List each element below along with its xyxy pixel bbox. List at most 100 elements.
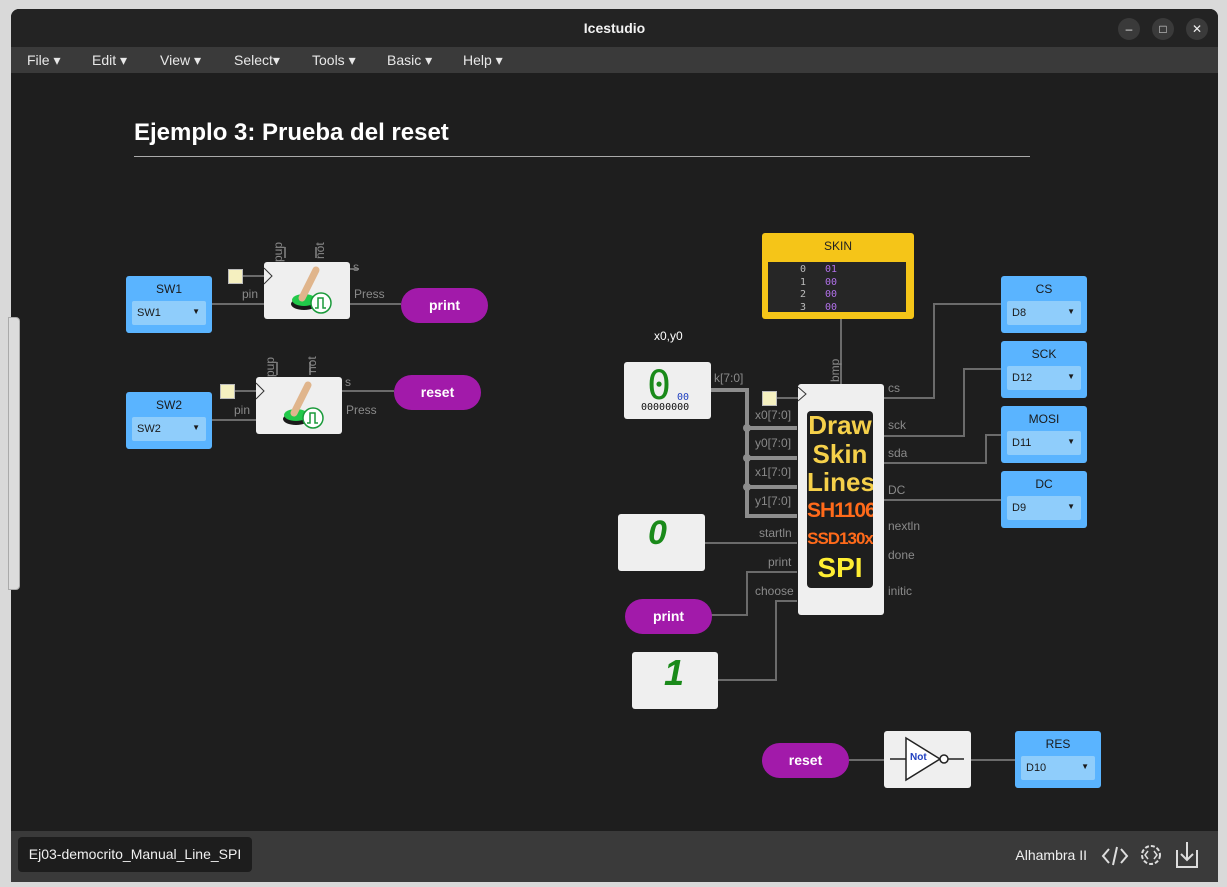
maximize-button[interactable]: □ [1152,18,1174,40]
port-label-choose: choose [755,584,794,598]
port-label-pin: pin [242,287,259,301]
input-pin-sw1[interactable]: SW1 SW1 ▼ [126,276,212,333]
code-icon[interactable] [1101,843,1129,869]
port-label-y1: y1[7:0] [755,494,792,508]
menu-bar: File ▾ Edit ▾ View ▾ Select▾ Tools ▾ Bas… [11,47,1218,73]
side-dock [8,317,20,590]
input-pin-sw2[interactable]: SW2 SW2 ▼ [126,392,212,449]
page-title: Ejemplo 3: Prueba del reset [134,119,449,146]
window-title: Icestudio [583,20,646,36]
output-pin-res[interactable]: RES D10 ▼ [1015,731,1101,788]
port-label-not: not [305,356,319,373]
button-block-sw1[interactable] [263,262,350,319]
print-label-block[interactable]: print [401,288,488,323]
board-name[interactable]: Alhambra II [1015,847,1087,863]
constant-block-k[interactable]: 0 00 00000000 [624,362,711,419]
menu-select[interactable]: Select▾ [234,52,280,69]
block-image: Draw Skin Lines SH1106 SSD130x SPI [807,411,873,588]
port-label-bmp: bmp [828,358,842,382]
not-gate-icon [890,736,964,782]
reset-label-block[interactable]: reset [394,375,481,410]
pin-select[interactable]: D10 ▼ [1021,756,1095,780]
port-label-pup: pup [263,356,277,377]
port-label-sda: sda [888,446,908,460]
default-value-square[interactable] [228,269,243,284]
port-label-s: s [345,375,351,389]
draw-lines-spi-block[interactable]: Draw Skin Lines SH1106 SSD130x SPI [798,384,884,615]
pin-name: MOSI [1028,412,1060,426]
zero-glyph: 0 [648,514,667,552]
pin-name: SW2 [155,398,182,412]
skin-editor[interactable]: 0123 01 00 00 00 [768,262,906,313]
port-label-sck: sck [888,418,906,432]
constant-block-zero[interactable]: 0 [618,514,705,571]
push-button-icon [263,266,332,314]
port-label-x1: x1[7:0] [755,465,792,479]
upload-icon[interactable] [1174,840,1200,870]
port-label-k: k[7:0] [714,371,744,385]
design-canvas[interactable]: Ejemplo 3: Prueba del reset SW1 SW1 ▼ pup… [11,73,1218,831]
not-gate-block[interactable]: Not [884,731,971,788]
port-label-press: Press [346,403,377,417]
pin-select[interactable]: SW1 ▼ [132,301,206,325]
port-label-cs: cs [888,381,900,395]
gear-code-icon[interactable] [1137,841,1165,869]
port-label-not: not [313,242,327,259]
port-label-print: print [768,555,792,569]
menu-edit[interactable]: Edit ▾ [92,52,127,69]
constant-block-one[interactable]: 1 [632,652,718,709]
menu-basic[interactable]: Basic ▾ [387,52,432,69]
constant-bits: 00000000 [641,402,690,413]
value-column: 01 00 00 00 [825,264,838,313]
port-label-x0: x0[7:0] [755,408,792,422]
close-button[interactable]: ✕ [1186,18,1208,40]
skin-memory-block[interactable]: SKIN 0123 01 00 00 00 [762,233,914,319]
output-pin-dc[interactable]: DC D9 ▼ [1001,471,1087,528]
port-label-pin: pin [234,403,251,417]
print-label-block[interactable]: print [625,599,712,634]
menu-help[interactable]: Help ▾ [463,52,503,69]
pin-select[interactable]: D9 ▼ [1007,496,1081,520]
output-pin-cs[interactable]: CS D8 ▼ [1001,276,1087,333]
not-gate-label: Not [910,752,927,763]
file-tab[interactable]: Ej03-democrito_Manual_Line_SPI [18,837,252,872]
pin-name: SCK [1031,347,1057,361]
output-pin-mosi[interactable]: MOSI D11 ▼ [1001,406,1087,463]
port-label-startln: startln [759,526,792,540]
port-label-done: done [888,548,915,562]
push-button-icon [255,381,324,429]
skin-title: SKIN [823,239,852,253]
pin-select[interactable]: D8 ▼ [1007,301,1081,325]
menu-file[interactable]: File ▾ [27,52,60,69]
default-value-square[interactable] [762,391,777,406]
port-label-dc: DC [888,483,906,497]
minimize-button[interactable]: – [1118,18,1140,40]
pin-name: SW1 [155,282,182,296]
one-glyph: 1 [664,652,685,693]
port-label-nextln: nextln [888,519,921,533]
reset-label-block[interactable]: reset [762,743,849,778]
title-bar: Icestudio – □ ✕ [11,9,1218,47]
title-underline [134,156,1030,157]
pin-name: RES [1045,737,1071,751]
port-label-press: Press [354,287,385,301]
pin-select[interactable]: D11 ▼ [1007,431,1081,455]
pin-name: CS [1035,282,1053,296]
status-bar: Ej03-democrito_Manual_Line_SPI Alhambra … [11,831,1218,882]
pin-name: DC [1035,477,1053,491]
button-block-sw2[interactable] [255,377,342,434]
address-column: 0123 [799,264,806,313]
pin-select[interactable]: D12 ▼ [1007,366,1081,390]
constant-name: x0,y0 [654,329,683,343]
app-window: Icestudio – □ ✕ File ▾ Edit ▾ View ▾ Sel… [11,9,1218,882]
clock-icon [798,387,807,402]
port-label-pup: pup [271,241,285,262]
pin-select[interactable]: SW2 ▼ [132,417,206,441]
output-pin-sck[interactable]: SCK D12 ▼ [1001,341,1087,398]
port-label-y0: y0[7:0] [755,436,792,450]
default-value-square[interactable] [220,384,235,399]
menu-view[interactable]: View ▾ [160,52,201,69]
port-label-initic: initic [888,584,913,598]
port-label-s: s [353,260,359,274]
menu-tools[interactable]: Tools ▾ [312,52,356,69]
